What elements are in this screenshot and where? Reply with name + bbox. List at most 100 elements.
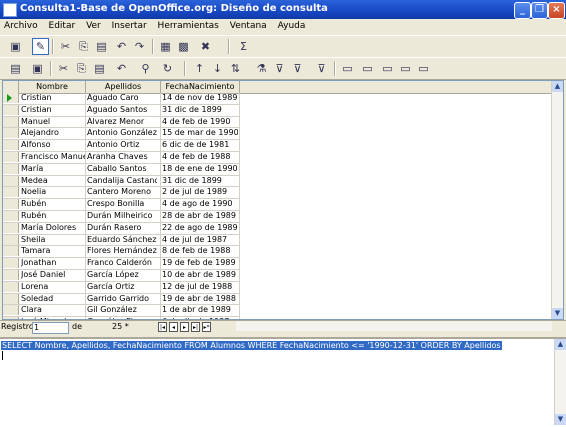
table-cell[interactable]: 19 de abr de 1988 xyxy=(162,294,238,304)
find-record-icon[interactable]: ⚲ xyxy=(138,61,153,76)
table-row[interactable]: María Caballo Santos 18 de ene de 1990 xyxy=(3,163,239,176)
refresh-icon[interactable]: ↻ xyxy=(160,61,175,76)
row-header[interactable] xyxy=(3,210,19,221)
menu-ventana[interactable]: Ventana xyxy=(226,19,271,31)
table-cell[interactable]: Cristian xyxy=(21,93,85,103)
row-header[interactable] xyxy=(3,269,19,280)
table-cell[interactable]: 6 dic de de 1981 xyxy=(162,140,238,150)
table-cell[interactable]: 12 de jul de 1988 xyxy=(162,282,238,292)
table-cell[interactable]: José Daniel xyxy=(21,270,85,280)
table-row[interactable]: Noelia Cantero Moreno 2 de jul de 1989 xyxy=(3,187,239,200)
table-cell[interactable]: Rubén xyxy=(21,211,85,221)
row-header[interactable] xyxy=(3,305,19,316)
table-row[interactable]: Cristian Aguado Caro 14 de nov de 1989 xyxy=(3,93,239,105)
table-row[interactable]: Lorena García Ortiz 12 de jul de 1988 xyxy=(3,281,239,294)
table-cell[interactable]: Aguado Caro xyxy=(87,93,157,103)
table-cell[interactable]: María Dolores xyxy=(21,223,85,233)
table-row[interactable]: María Dolores Durán Rasero 22 de ago de 19… xyxy=(3,222,239,235)
table-cell[interactable]: García López xyxy=(87,270,157,280)
sql-scroll-up-icon[interactable]: ▲ xyxy=(555,339,566,350)
table-cell[interactable]: 4 de ago de 1990 xyxy=(162,199,238,209)
table-cell[interactable]: Durán Rasero xyxy=(87,223,157,233)
scroll-down-icon[interactable]: ▼ xyxy=(552,308,563,319)
table-row[interactable]: Rubén Durán Milheirico 28 de abr de 1989 xyxy=(3,210,239,223)
table-cell[interactable]: Noelia xyxy=(21,187,85,197)
table-cell[interactable]: 28 de abr de 1989 xyxy=(162,211,238,221)
table-row[interactable]: Tamara Flores Hernández 8 de feb de 1988 xyxy=(3,246,239,259)
minimize-button[interactable]: _ xyxy=(514,2,531,19)
filter-icon[interactable]: ⊽ xyxy=(272,61,287,76)
first-record-icon[interactable]: |◂ xyxy=(158,322,167,332)
close-button[interactable]: × xyxy=(548,2,565,19)
row-header[interactable] xyxy=(3,140,19,151)
table-cell[interactable]: García Ortiz xyxy=(87,282,157,292)
row-header[interactable] xyxy=(3,151,19,162)
table-cell[interactable]: 4 de jul de 1987 xyxy=(162,235,238,245)
last-record-icon[interactable]: ▸| xyxy=(191,322,200,332)
row-header[interactable] xyxy=(3,163,19,174)
table-cell[interactable]: 31 dic de 1899 xyxy=(162,105,238,115)
table-row[interactable]: Medea Candalija Castano 31 dic de 1899 xyxy=(3,175,239,188)
table-cell[interactable]: 4 de feb de 1988 xyxy=(162,152,238,162)
sql-editor[interactable]: SELECT Nombre, Apellidos, FechaNacimient… xyxy=(0,337,566,427)
table-row[interactable]: Alejandro Antonio González 15 de mar de 19… xyxy=(3,128,239,141)
menu-archivo[interactable]: Archivo xyxy=(0,19,42,31)
row-header[interactable] xyxy=(3,93,19,103)
table-cell[interactable]: Medea xyxy=(21,176,85,186)
previous-record-icon[interactable]: ◂ xyxy=(169,322,178,332)
column-header-nombre[interactable]: Nombre xyxy=(19,81,86,93)
table-cell[interactable]: Jonathan xyxy=(21,258,85,268)
table-cell[interactable]: Cantero Moreno xyxy=(87,187,157,197)
row-header[interactable] xyxy=(3,293,19,304)
cut-icon[interactable]: ✂ xyxy=(58,39,73,54)
table-cell[interactable]: María xyxy=(21,164,85,174)
table-row[interactable]: Sheila Eduardo Sánchez 4 de jul de 1987 xyxy=(3,234,239,247)
table-cell[interactable]: Franco Calderón xyxy=(87,258,157,268)
scroll-up-icon[interactable]: ▲ xyxy=(552,81,563,92)
table-cell[interactable]: 10 de abr de 1989 xyxy=(162,270,238,280)
table-row[interactable]: Clara Gil González 1 de abr de 1989 xyxy=(3,305,239,318)
table-cell[interactable]: Durán Milheirico xyxy=(87,211,157,221)
data-to-text-icon[interactable]: ▭ xyxy=(340,61,355,76)
edit-icon[interactable]: ✎ xyxy=(32,38,49,55)
save-icon[interactable]: ▣ xyxy=(8,39,23,54)
menu-herramientas[interactable]: Herramientas xyxy=(154,19,223,31)
paste-icon[interactable]: ▤ xyxy=(94,39,109,54)
remove-filter-icon[interactable]: ⊽ xyxy=(314,61,329,76)
table-cell[interactable]: Aguado Santos xyxy=(87,105,157,115)
undo-icon[interactable]: ↶ xyxy=(114,39,129,54)
sql-view-icon[interactable]: Σ xyxy=(236,39,251,54)
run-query-icon[interactable]: ▦ xyxy=(158,39,173,54)
grid-vertical-scrollbar[interactable]: ▲ ▼ xyxy=(551,81,563,319)
cut-data-icon[interactable]: ✂ xyxy=(56,61,71,76)
table-cell[interactable]: Eduardo Sánchez xyxy=(87,235,157,245)
column-header-apellidos[interactable]: Apellidos xyxy=(86,81,161,93)
table-cell[interactable]: Álvarez Menor xyxy=(87,117,157,127)
table-row[interactable]: José Daniel García López 10 de abr de 1989 xyxy=(3,269,239,282)
clear-query-icon[interactable]: ▩ xyxy=(176,39,191,54)
table-cell[interactable]: Alejandro xyxy=(21,128,85,138)
table-cell[interactable]: Gil González xyxy=(87,305,157,315)
standard-filter-icon[interactable]: ⊽ xyxy=(290,61,305,76)
table-cell[interactable]: Clara xyxy=(21,305,85,315)
row-header[interactable] xyxy=(3,199,19,210)
copy-data-icon[interactable]: ⎘ xyxy=(74,61,89,76)
table-row[interactable]: Rubén Crespo Bonilla 4 de ago de 1990 xyxy=(3,199,239,211)
menu-ver[interactable]: Ver xyxy=(82,19,105,31)
row-header[interactable] xyxy=(3,234,19,245)
table-cell[interactable]: Tamara xyxy=(21,246,85,256)
table-cell[interactable]: 31 dic de 1899 xyxy=(162,176,238,186)
row-header[interactable] xyxy=(3,104,19,115)
row-header[interactable] xyxy=(3,222,19,233)
explorer-icon[interactable]: ▭ xyxy=(416,61,431,76)
save-record-icon[interactable]: ▣ xyxy=(30,61,45,76)
table-cell[interactable]: Antonio Ortiz xyxy=(87,140,157,150)
table-cell[interactable]: 15 de mar de 1990 xyxy=(162,128,238,138)
paste-data-icon[interactable]: ▤ xyxy=(92,61,107,76)
sql-text[interactable]: SELECT Nombre, Apellidos, FechaNacimient… xyxy=(1,341,502,350)
table-cell[interactable]: 22 de ago de 1989 xyxy=(162,223,238,233)
table-cell[interactable]: Manuel xyxy=(21,117,85,127)
table-cell[interactable]: 2 de jul de 1989 xyxy=(162,187,238,197)
row-header[interactable] xyxy=(3,246,19,257)
column-header-fechanacimiento[interactable]: FechaNacimiento xyxy=(161,81,240,93)
